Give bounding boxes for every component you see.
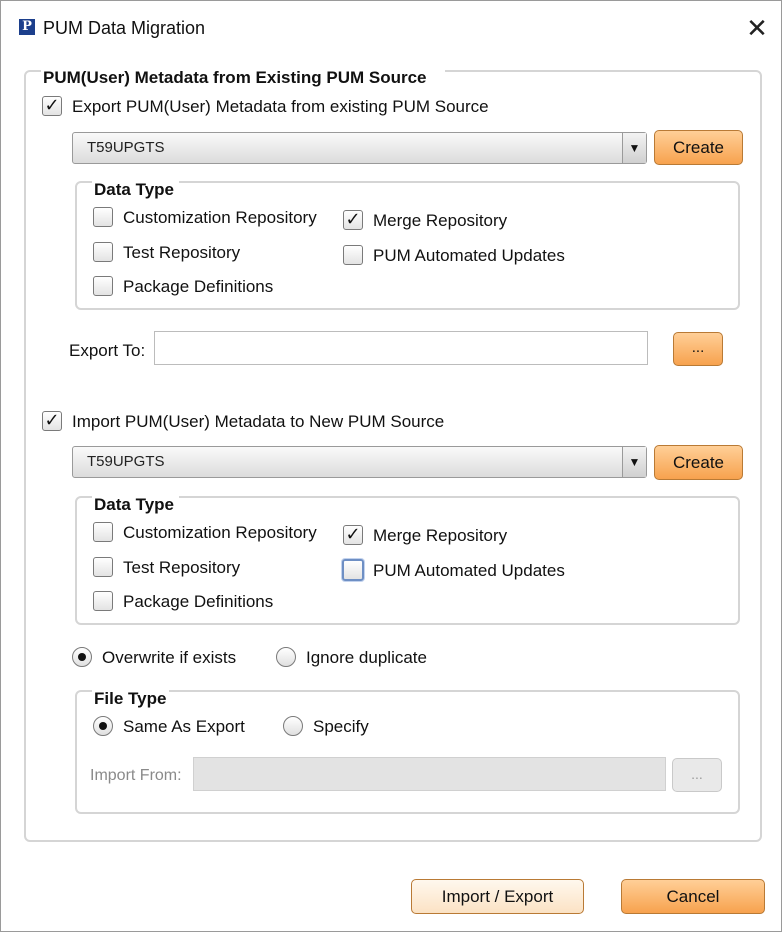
source-data-type-legend: Data Type [92,180,179,200]
ignore-duplicate-label: Ignore duplicate [306,648,427,667]
title-bar: P PUM Data Migration ✕ [1,1,781,57]
source-pum-automated-updates-label: PUM Automated Updates [373,246,565,265]
source-merge-repository-checkbox[interactable] [343,210,363,230]
target-database-dropdown[interactable]: T59UPGTS ▼ [72,446,647,478]
target-create-button[interactable]: Create [654,445,743,480]
chevron-down-icon: ▼ [622,133,646,163]
export-to-label: Export To: [69,341,146,360]
target-customization-repository-checkbox[interactable] [93,522,113,542]
import-from-label: Import From: [90,767,182,784]
cancel-button[interactable]: Cancel [621,879,765,914]
export-metadata-label: Export PUM(User) Metadata from existing … [72,97,489,116]
pum-metadata-legend: PUM(User) Metadata from Existing PUM Sou… [41,68,445,88]
file-type-legend: File Type [92,689,169,709]
file-type-group [75,690,740,814]
pum-data-migration-dialog: P PUM Data Migration ✕ PUM(User) Metadat… [0,0,782,932]
target-pum-automated-updates-label: PUM Automated Updates [373,561,565,580]
source-database-dropdown[interactable]: T59UPGTS ▼ [72,132,647,164]
source-package-definitions-checkbox[interactable] [93,276,113,296]
source-database-value: T59UPGTS [87,139,165,156]
source-pum-automated-updates-checkbox[interactable] [343,245,363,265]
source-create-button[interactable]: Create [654,130,743,165]
import-from-input[interactable] [193,757,666,791]
source-test-repository-checkbox[interactable] [93,242,113,262]
target-database-value: T59UPGTS [87,453,165,470]
overwrite-if-exists-radio[interactable] [72,647,92,667]
source-customization-repository-checkbox[interactable] [93,207,113,227]
import-metadata-checkbox[interactable] [42,411,62,431]
import-export-button[interactable]: Import / Export [411,879,584,914]
target-merge-repository-label: Merge Repository [373,526,508,545]
target-merge-repository-checkbox[interactable] [343,525,363,545]
specify-radio[interactable] [283,716,303,736]
specify-label: Specify [313,717,369,736]
source-package-definitions-label: Package Definitions [123,277,274,296]
import-metadata-label: Import PUM(User) Metadata to New PUM Sou… [72,412,445,431]
target-package-definitions-label: Package Definitions [123,592,274,611]
target-test-repository-label: Test Repository [123,558,241,577]
target-customization-repository-label: Customization Repository [123,523,317,542]
app-logo-icon: P [19,19,35,35]
target-package-definitions-checkbox[interactable] [93,591,113,611]
export-metadata-checkbox[interactable] [42,96,62,116]
source-merge-repository-label: Merge Repository [373,211,508,230]
export-to-input[interactable] [154,331,648,365]
target-data-type-legend: Data Type [92,495,179,515]
target-test-repository-checkbox[interactable] [93,557,113,577]
export-to-browse-button[interactable]: ... [673,332,723,366]
source-customization-repository-label: Customization Repository [123,208,317,227]
chevron-down-icon: ▼ [622,447,646,477]
close-icon[interactable]: ✕ [739,11,775,47]
same-as-export-label: Same As Export [123,717,245,736]
target-pum-automated-updates-checkbox[interactable] [342,559,364,581]
ignore-duplicate-radio[interactable] [276,647,296,667]
overwrite-if-exists-label: Overwrite if exists [102,648,237,667]
window-title: PUM Data Migration [43,18,206,38]
import-from-browse-button[interactable]: ... [672,758,722,792]
same-as-export-radio[interactable] [93,716,113,736]
source-test-repository-label: Test Repository [123,243,241,262]
